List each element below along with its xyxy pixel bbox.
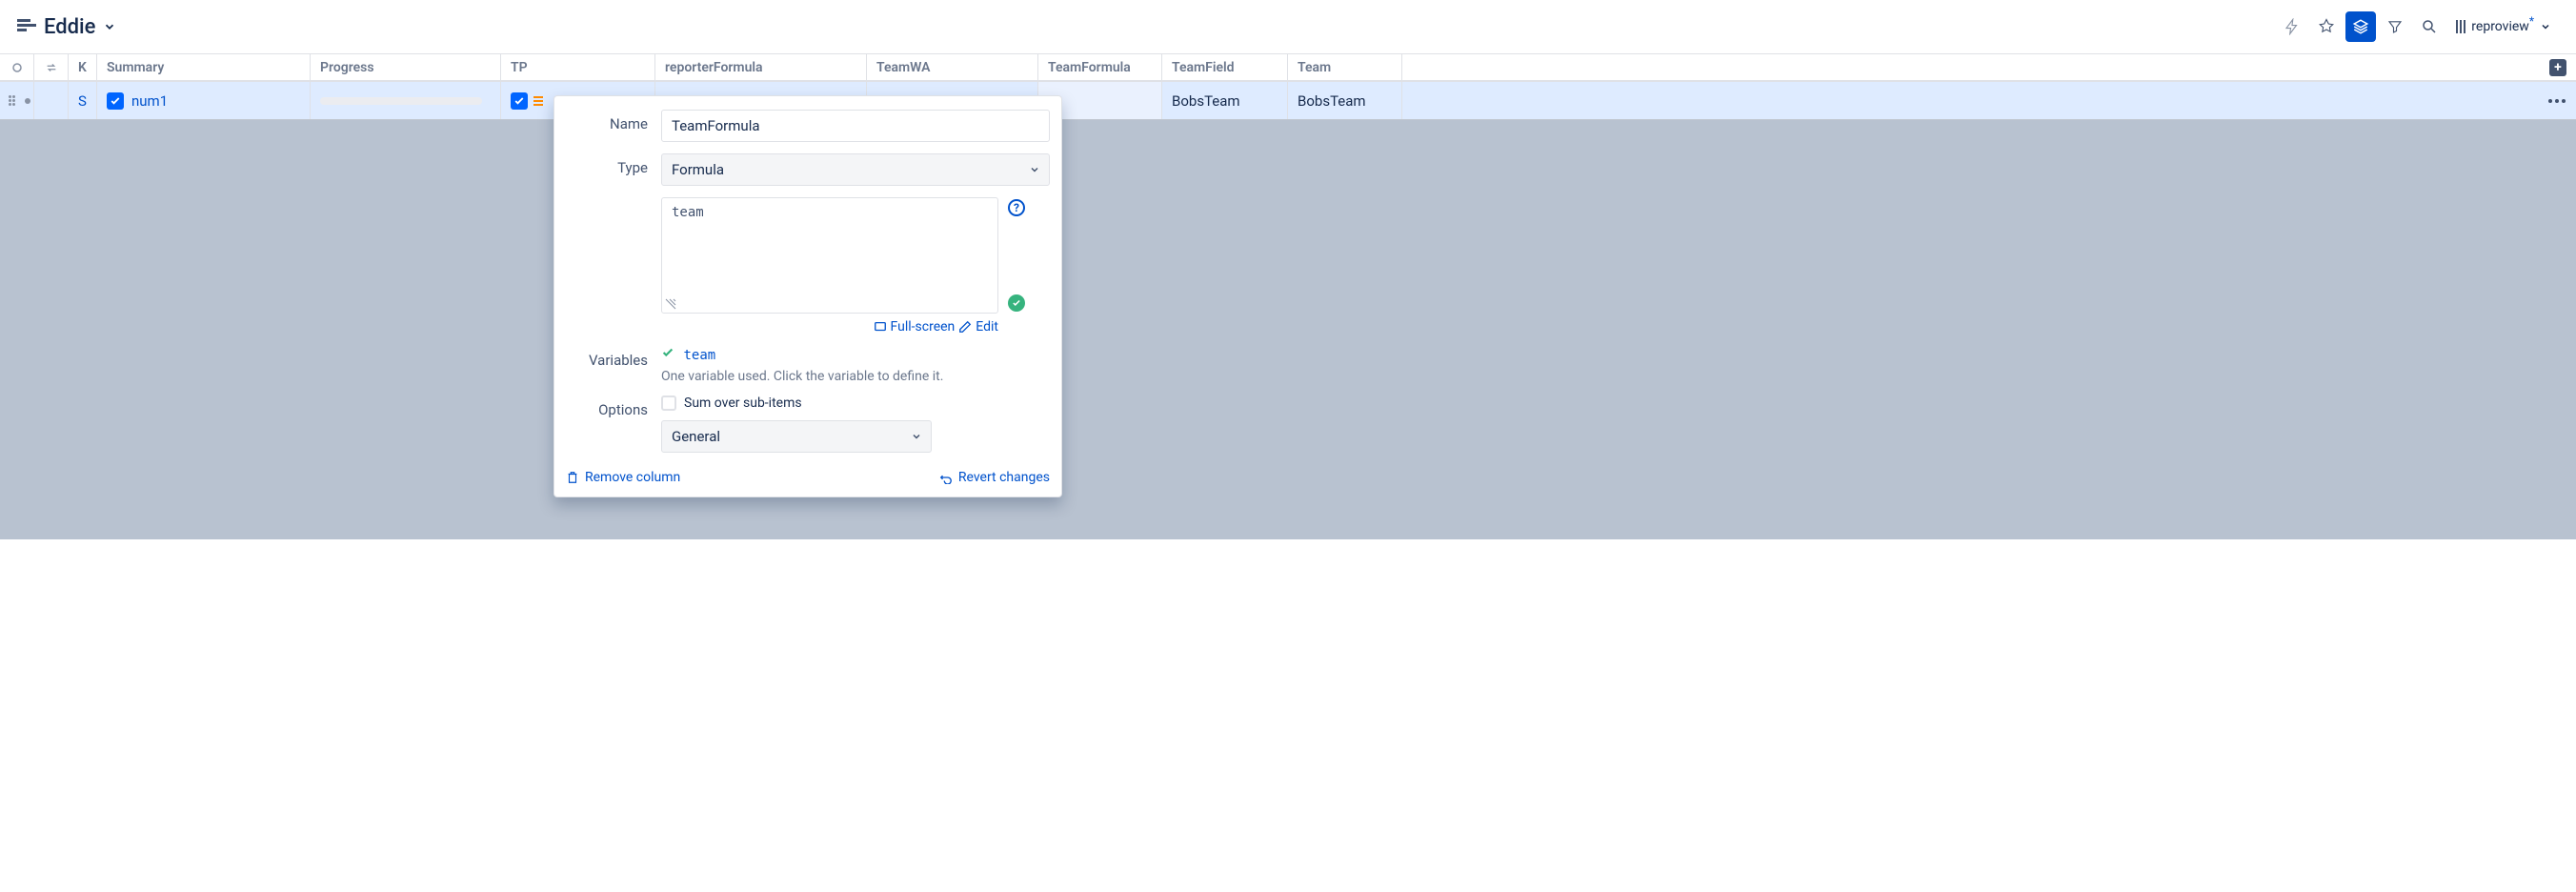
- variable-hint: One variable used. Click the variable to…: [661, 369, 1050, 384]
- toolbar-right: reproview*: [2277, 11, 2559, 42]
- type-select[interactable]: Formula: [661, 153, 1050, 186]
- priority-icon: [532, 94, 545, 108]
- fullscreen-icon: [874, 320, 887, 334]
- columns-icon: [2456, 20, 2465, 33]
- add-column-button[interactable]: +: [2549, 59, 2566, 76]
- row-progress-cell: [311, 82, 501, 119]
- col-header-teamfield[interactable]: TeamField: [1162, 54, 1288, 80]
- lightning-icon: [2284, 18, 2301, 35]
- name-label: Name: [566, 110, 661, 132]
- issue-type-icon: [107, 92, 124, 110]
- col-header-tp[interactable]: TP: [501, 54, 655, 80]
- row-actions[interactable]: [1402, 82, 2576, 119]
- row-teamfield-cell: BobsTeam: [1162, 82, 1288, 119]
- col-header-teamwa[interactable]: TeamWA: [867, 54, 1038, 80]
- structure-icon: [17, 19, 36, 34]
- structure-title: Eddie: [44, 15, 95, 39]
- fullscreen-link[interactable]: Full-screen: [874, 319, 956, 334]
- remove-column-link[interactable]: Remove column: [566, 470, 680, 485]
- filter-icon: [2386, 18, 2404, 35]
- col-header-sync[interactable]: [34, 54, 69, 80]
- row-summary-text: num1: [131, 92, 168, 110]
- progress-bar: [320, 97, 482, 105]
- sum-label: Sum over sub-items: [684, 395, 802, 411]
- col-header-summary[interactable]: Summary: [97, 54, 311, 80]
- col-header-teamformula[interactable]: TeamFormula: [1038, 54, 1162, 80]
- pin-button[interactable]: [2311, 11, 2342, 42]
- table-row[interactable]: S num1 BobsTeam BobsTeam: [0, 82, 2576, 120]
- variable-valid-icon: [661, 348, 677, 363]
- col-header-add: +: [1402, 54, 2576, 80]
- formula-textarea[interactable]: team: [661, 197, 998, 314]
- circle-icon: [11, 62, 23, 73]
- formula-valid-icon: [1008, 294, 1025, 312]
- swap-icon: [45, 61, 58, 74]
- options-select[interactable]: General: [661, 420, 932, 453]
- more-icon: [2547, 98, 2566, 104]
- variables-label: Variables: [566, 346, 661, 369]
- layers-icon: [2352, 18, 2369, 35]
- trash-icon: [566, 471, 579, 484]
- filter-button[interactable]: [2380, 11, 2410, 42]
- row-summary-cell[interactable]: num1: [97, 82, 311, 119]
- col-header-team[interactable]: Team: [1288, 54, 1402, 80]
- options-label: Options: [566, 395, 661, 418]
- edit-link[interactable]: Edit: [958, 319, 998, 334]
- column-edit-panel: Name Type Formula team ?: [553, 95, 1062, 497]
- layers-button[interactable]: [2345, 11, 2376, 42]
- drag-handle-icon: [9, 95, 18, 106]
- col-header-reporterformula[interactable]: reporterFormula: [655, 54, 867, 80]
- revert-icon: [939, 471, 953, 484]
- col-header-key[interactable]: K: [69, 54, 97, 80]
- col-header-progress[interactable]: Progress: [311, 54, 501, 80]
- chevron-down-icon: [103, 20, 116, 33]
- type-label: Type: [566, 153, 661, 176]
- structure-title-dropdown[interactable]: Eddie: [17, 15, 116, 39]
- row-team-cell: BobsTeam: [1288, 82, 1402, 119]
- view-selector[interactable]: reproview*: [2448, 15, 2559, 38]
- formula-help-button[interactable]: ?: [1008, 199, 1025, 216]
- chevron-down-icon: [2540, 21, 2551, 32]
- row-sync-cell: [34, 82, 69, 119]
- resize-handle-icon: [665, 298, 676, 310]
- formula-label: [566, 197, 661, 203]
- grid-header: K Summary Progress TP reporterFormula Te…: [0, 53, 2576, 82]
- search-icon: [2421, 18, 2438, 35]
- automation-button[interactable]: [2277, 11, 2307, 42]
- view-name: reproview: [2471, 19, 2529, 34]
- row-key[interactable]: S: [69, 82, 97, 119]
- pencil-icon: [958, 320, 972, 334]
- tp-check-icon: [511, 92, 528, 110]
- row-handle[interactable]: [0, 82, 34, 119]
- name-input[interactable]: [661, 110, 1050, 142]
- bullet-icon: [24, 97, 31, 105]
- pin-icon: [2318, 18, 2335, 35]
- search-button[interactable]: [2414, 11, 2445, 42]
- sum-checkbox[interactable]: [661, 395, 676, 411]
- revert-changes-link[interactable]: Revert changes: [939, 470, 1050, 485]
- view-modified-indicator: *: [2529, 14, 2534, 28]
- variable-tag[interactable]: team: [683, 348, 715, 363]
- col-header-status[interactable]: [0, 54, 34, 80]
- grid-empty-area: [0, 120, 2576, 539]
